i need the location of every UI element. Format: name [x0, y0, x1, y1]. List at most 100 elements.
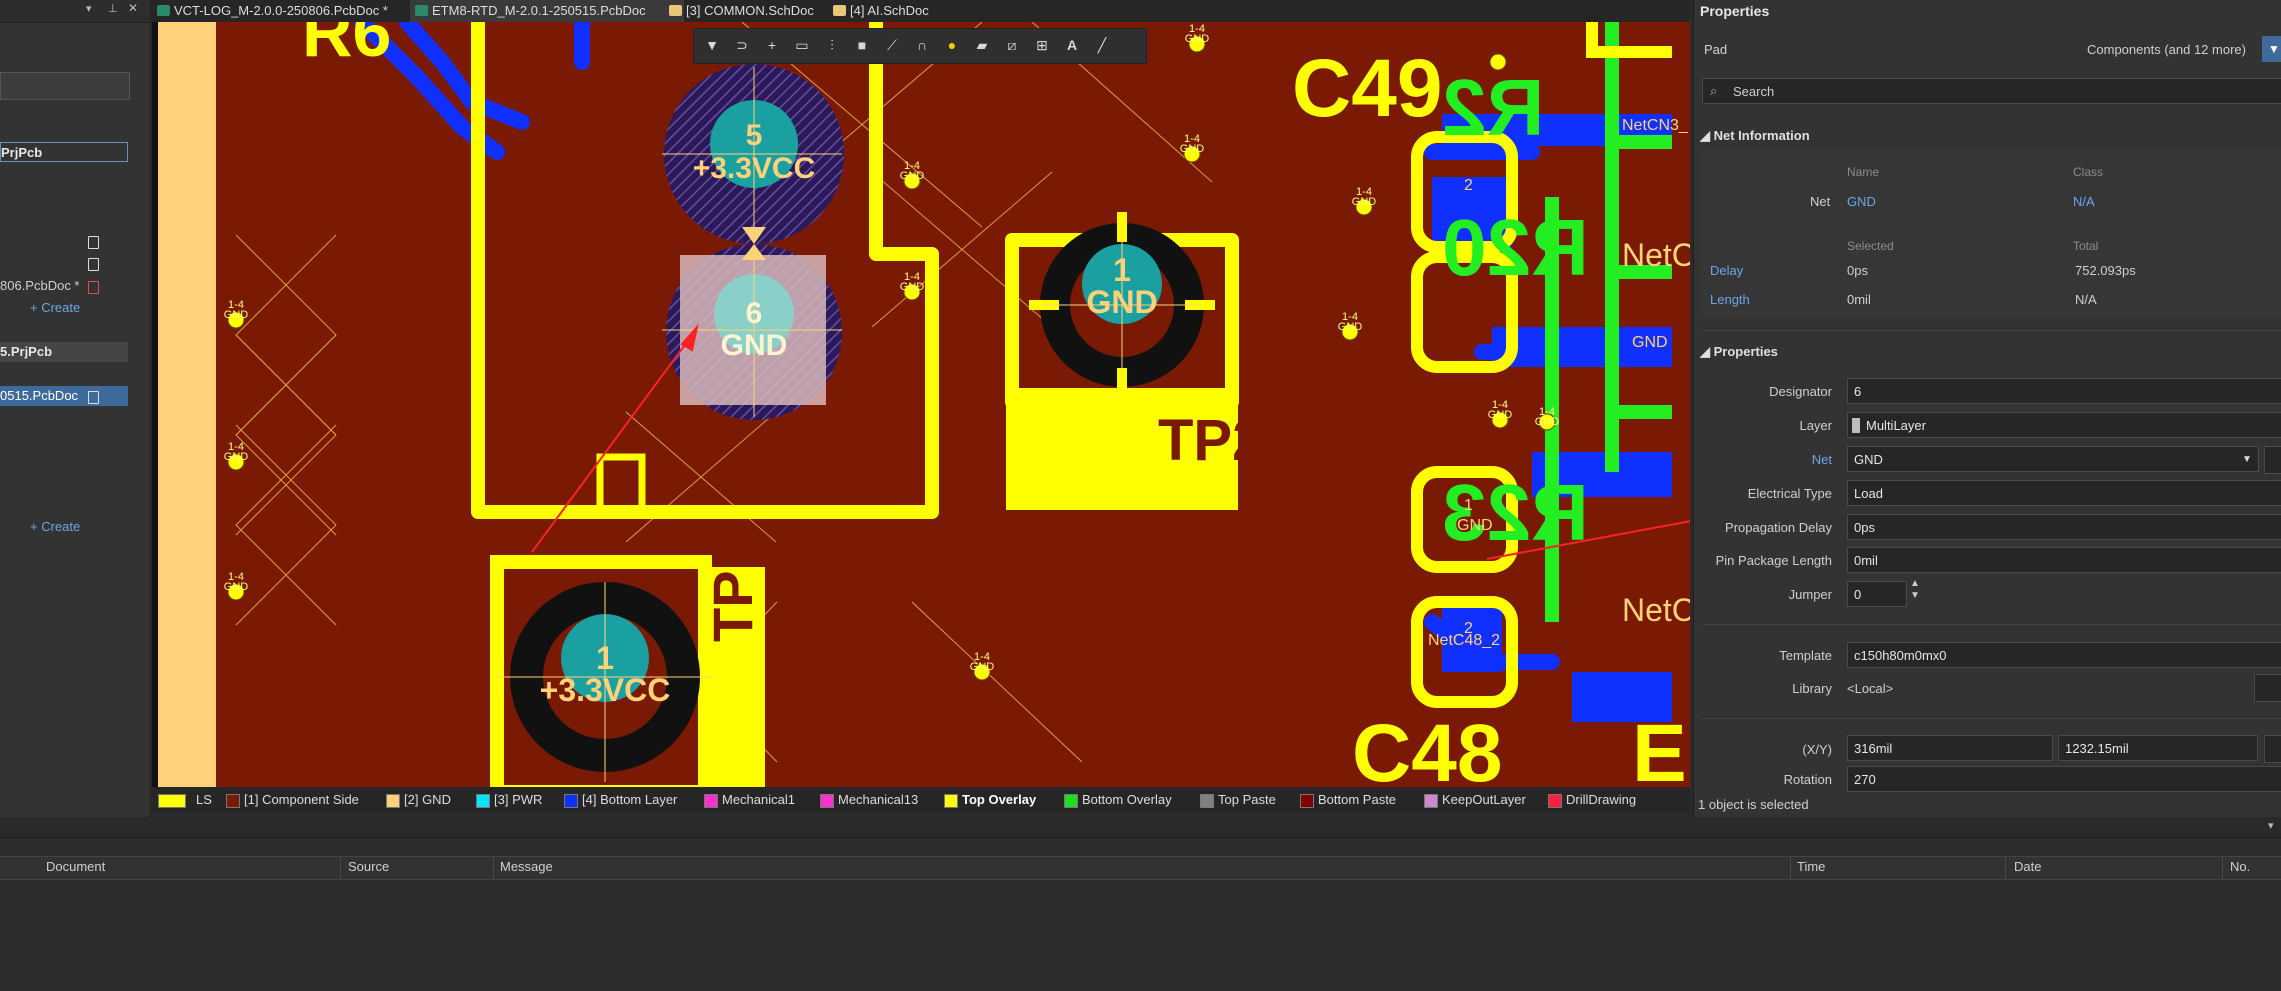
- net-pick-button[interactable]: [2264, 446, 2281, 474]
- y-input[interactable]: 1232.15mil: [2058, 735, 2258, 761]
- pin-package-length-input[interactable]: 0mil: [1847, 547, 2281, 573]
- delay-label[interactable]: Delay: [1710, 263, 1743, 278]
- place-via-icon[interactable]: ●: [942, 35, 962, 55]
- column-separator[interactable]: [1790, 857, 1791, 879]
- designator-c49: C49: [1292, 43, 1443, 134]
- close-icon[interactable]: ✕: [128, 1, 138, 15]
- project-item[interactable]: PrjPcb: [0, 142, 128, 162]
- delay-total: 752.093ps: [2075, 263, 2136, 278]
- net-select[interactable]: GND ▼: [1847, 446, 2259, 472]
- tab-label: VCT-LOG_M-2.0.0-250806.PcbDoc *: [174, 3, 388, 18]
- length-label[interactable]: Length: [1710, 292, 1750, 307]
- messages-panel: ▾ Document Source Message Time Date No.: [0, 817, 2281, 991]
- layer-tab-top-paste[interactable]: Top Paste: [1198, 787, 1276, 813]
- create-link[interactable]: + Create: [30, 300, 80, 315]
- net-label-netc: NetC: [1622, 592, 1690, 628]
- layer-select[interactable]: MultiLayer: [1847, 412, 2281, 438]
- layer-tab-top-overlay[interactable]: Top Overlay: [942, 787, 1036, 813]
- rotation-input[interactable]: 270: [1847, 766, 2281, 792]
- template-input[interactable]: c150h80m0mx0: [1847, 642, 2281, 668]
- tab-common-schdoc[interactable]: [3] COMMON.SchDoc: [664, 0, 854, 22]
- projects-panel: ▾ ⊥ ✕ PrjPcb 806.PcbDoc * + Create 5.Prj…: [0, 0, 151, 817]
- pcb-canvas[interactable]: R6 C49 C48 E R2 R20 R23 TP2 TP1 5 +3.3VC…: [152, 22, 1690, 787]
- x-input[interactable]: 316mil: [1847, 735, 2053, 761]
- layer-tab-pwr[interactable]: [3] PWR: [474, 787, 542, 813]
- diff-pair-icon[interactable]: ∩: [912, 35, 932, 55]
- filter-icon[interactable]: ▼: [2262, 36, 2281, 62]
- rotation-label: Rotation: [1783, 772, 1832, 787]
- select-rect-icon[interactable]: ▭: [792, 35, 812, 55]
- properties-section[interactable]: ◢ Properties: [1700, 344, 1778, 360]
- column-date[interactable]: Date: [2014, 859, 2041, 874]
- divider: [1702, 718, 2281, 719]
- polygon-icon[interactable]: ▰: [972, 35, 992, 55]
- project-search-input[interactable]: [0, 72, 130, 100]
- filter-icon[interactable]: ▼: [702, 35, 722, 55]
- column-document[interactable]: Document: [46, 859, 105, 874]
- layer-tab-drill-drawing[interactable]: DrillDrawing: [1546, 787, 1636, 813]
- via-label: 1-4 GND: [1534, 407, 1560, 428]
- line-icon[interactable]: ╱: [1092, 35, 1112, 55]
- net-class-link[interactable]: N/A: [2073, 194, 2095, 209]
- designator-input[interactable]: 6: [1847, 378, 2281, 404]
- cross-icon[interactable]: +: [762, 35, 782, 55]
- keepout-icon[interactable]: ⧄: [1002, 35, 1022, 55]
- layer-tab-mechanical1[interactable]: Mechanical1: [702, 787, 795, 813]
- column-separator[interactable]: [493, 857, 494, 879]
- layer-tab-bottom-paste[interactable]: Bottom Paste: [1298, 787, 1396, 813]
- column-source[interactable]: Source: [348, 859, 389, 874]
- tab-ai-schdoc[interactable]: [4] AI.SchDoc: [828, 0, 970, 22]
- electrical-type-select[interactable]: Load: [1847, 480, 2281, 506]
- column-separator[interactable]: [340, 857, 341, 879]
- component-icon[interactable]: ■: [852, 35, 872, 55]
- library-button[interactable]: [2254, 674, 2281, 702]
- layer-tab-gnd[interactable]: [2] GND: [384, 787, 451, 813]
- propagation-delay-input[interactable]: 0ps: [1847, 514, 2281, 540]
- dimension-icon[interactable]: ⊞: [1032, 35, 1052, 55]
- properties-panel: Properties Pad Components (and 12 more) …: [1693, 0, 2281, 817]
- layer-tab-bottom-overlay[interactable]: Bottom Overlay: [1062, 787, 1172, 813]
- panel-menu-icon[interactable]: ▾: [2268, 819, 2274, 832]
- layer-color-swatch: [1200, 794, 1214, 808]
- column-number[interactable]: No.: [2230, 859, 2250, 874]
- layer-tab-component-side[interactable]: [1] Component Side: [224, 787, 359, 813]
- layer-label: Bottom Paste: [1318, 792, 1397, 807]
- pcb-doc-icon: [157, 5, 170, 16]
- modified-document-icon: [88, 281, 99, 294]
- align-icon[interactable]: ⫶: [822, 35, 842, 55]
- layer-tab-mechanical13[interactable]: Mechanical13: [818, 787, 918, 813]
- document-tabs: VCT-LOG_M-2.0.0-250806.PcbDoc * ETM8-RTD…: [150, 0, 1690, 22]
- via-label: 1-4 GND: [223, 572, 249, 593]
- column-separator[interactable]: [2005, 857, 2006, 879]
- net-information-section[interactable]: ◢ Net Information: [1700, 128, 1810, 144]
- route-icon[interactable]: ⊃: [732, 35, 752, 55]
- panel-menu-icon[interactable]: ▾: [86, 2, 92, 15]
- create-link[interactable]: + Create: [30, 519, 80, 534]
- lock-xy-button[interactable]: [2264, 735, 2281, 763]
- layer-color-swatch: [1064, 794, 1078, 808]
- layer-tab-bottom-layer[interactable]: [4] Bottom Layer: [562, 787, 677, 813]
- pcbdoc-item-selected[interactable]: 0515.PcbDoc: [0, 386, 128, 406]
- spinner-icon[interactable]: ▲ ▼: [1910, 578, 1920, 602]
- designator-c48: C48: [1352, 708, 1503, 787]
- layer-label: Bottom Overlay: [1082, 792, 1172, 807]
- layer-tab-keepout[interactable]: KeepOutLayer: [1422, 787, 1526, 813]
- jumper-input[interactable]: 0: [1847, 581, 1907, 607]
- net-value: GND: [1854, 452, 1883, 467]
- net-label[interactable]: Net: [1694, 452, 1832, 467]
- interactive-route-icon[interactable]: ⟋: [882, 35, 902, 55]
- column-separator[interactable]: [2222, 857, 2223, 879]
- tab-etm8-rtd[interactable]: ETM8-RTD_M-2.0.1-250515.PcbDoc: [410, 0, 684, 22]
- column-time[interactable]: Time: [1797, 859, 1825, 874]
- pin-icon[interactable]: ⊥: [108, 2, 118, 15]
- net-name-link[interactable]: GND: [1847, 194, 1876, 209]
- designator-r: R6: [302, 22, 392, 71]
- layer-tab-ls[interactable]: LS: [156, 787, 212, 813]
- project-item[interactable]: 5.PrjPcb: [0, 342, 128, 362]
- pcbdoc-item[interactable]: 806.PcbDoc *: [0, 276, 80, 296]
- tab-vct-log[interactable]: VCT-LOG_M-2.0.0-250806.PcbDoc *: [152, 0, 430, 22]
- column-message[interactable]: Message: [500, 859, 553, 874]
- selection-filter-label[interactable]: Components (and 12 more): [2087, 42, 2246, 57]
- properties-search-input[interactable]: Search: [1702, 78, 2281, 104]
- text-icon[interactable]: A: [1062, 35, 1082, 55]
